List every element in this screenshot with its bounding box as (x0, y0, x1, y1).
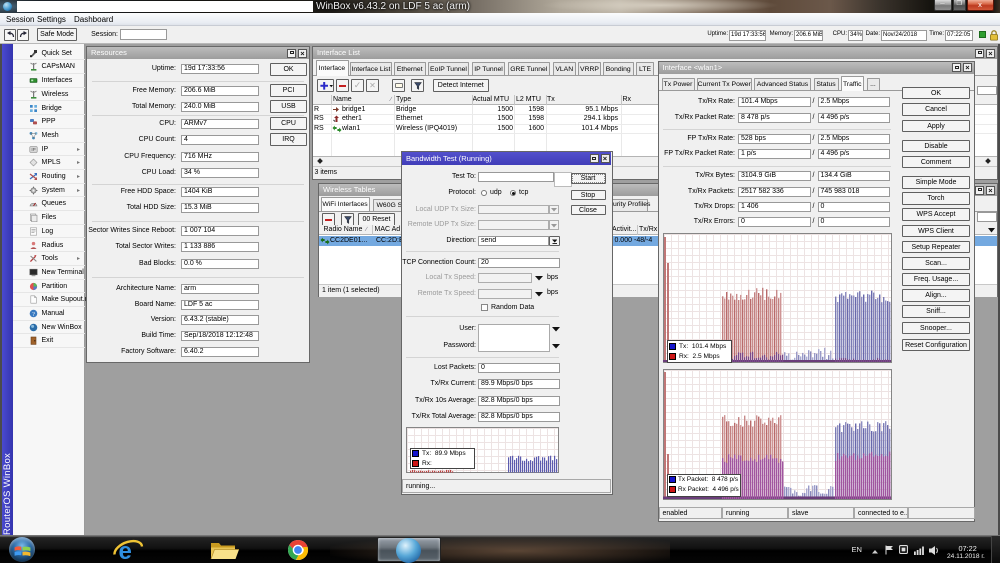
svg-text:IP: IP (31, 147, 35, 152)
svg-text:?: ? (32, 311, 35, 318)
